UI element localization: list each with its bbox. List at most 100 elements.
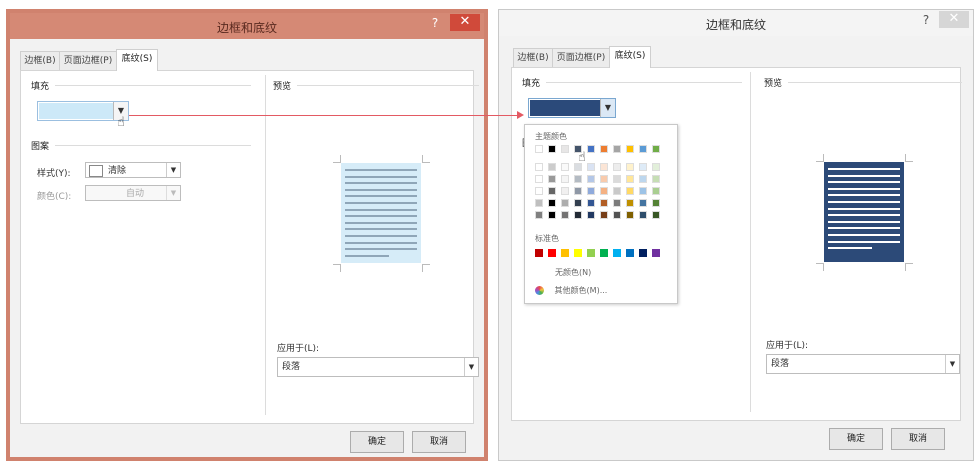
theme-color-swatch[interactable] bbox=[652, 187, 660, 195]
theme-color-swatch[interactable] bbox=[600, 211, 608, 219]
chevron-down-icon[interactable]: ▼ bbox=[464, 358, 478, 376]
divider bbox=[788, 82, 962, 83]
help-icon[interactable]: ? bbox=[426, 15, 444, 31]
theme-color-swatch[interactable] bbox=[626, 199, 634, 207]
pattern-style-select[interactable]: 清除 ▼ bbox=[85, 162, 181, 178]
theme-color-swatch[interactable] bbox=[561, 199, 569, 207]
theme-color-swatch[interactable] bbox=[561, 211, 569, 219]
standard-color-swatch[interactable] bbox=[535, 249, 543, 257]
theme-color-swatch[interactable] bbox=[639, 145, 647, 153]
theme-color-swatch[interactable] bbox=[600, 145, 608, 153]
theme-color-swatch[interactable] bbox=[626, 163, 634, 171]
help-icon[interactable]: ? bbox=[917, 12, 935, 28]
ok-button[interactable]: 确定 bbox=[829, 428, 883, 450]
theme-color-swatch[interactable] bbox=[626, 211, 634, 219]
theme-color-swatch[interactable] bbox=[613, 211, 621, 219]
theme-color-swatch[interactable] bbox=[587, 211, 595, 219]
apply-to-select[interactable]: 段落 ▼ bbox=[277, 357, 479, 377]
standard-color-swatch[interactable] bbox=[548, 249, 556, 257]
theme-color-swatch[interactable] bbox=[561, 145, 569, 153]
standard-color-swatch[interactable] bbox=[600, 249, 608, 257]
pattern-color-select[interactable]: 自动 ▼ bbox=[85, 185, 181, 201]
shading-preview bbox=[341, 163, 421, 263]
close-icon[interactable]: ✕ bbox=[939, 11, 969, 28]
tab-borders[interactable]: 边框(B) bbox=[20, 51, 60, 70]
tab-borders[interactable]: 边框(B) bbox=[513, 48, 553, 67]
theme-color-swatch[interactable] bbox=[587, 175, 595, 183]
pattern-label: 图案 bbox=[31, 142, 50, 152]
theme-color-swatch[interactable] bbox=[639, 199, 647, 207]
theme-color-swatch[interactable] bbox=[574, 199, 582, 207]
apply-to-select[interactable]: 段落 ▼ bbox=[766, 354, 960, 374]
theme-color-swatch[interactable] bbox=[548, 211, 556, 219]
theme-color-swatch[interactable] bbox=[639, 175, 647, 183]
theme-color-swatch[interactable] bbox=[652, 199, 660, 207]
theme-color-swatch[interactable] bbox=[587, 199, 595, 207]
theme-color-swatch[interactable] bbox=[548, 163, 556, 171]
close-icon[interactable]: ✕ bbox=[450, 14, 480, 31]
theme-color-swatch[interactable] bbox=[535, 187, 543, 195]
theme-color-swatch[interactable] bbox=[535, 199, 543, 207]
theme-color-swatch[interactable] bbox=[613, 163, 621, 171]
theme-color-swatch[interactable] bbox=[652, 211, 660, 219]
title-bar[interactable]: 边框和底纹 ? ✕ bbox=[10, 13, 484, 39]
tab-shading[interactable]: 底纹(S) bbox=[609, 46, 651, 68]
theme-color-swatch[interactable] bbox=[574, 211, 582, 219]
theme-color-swatch[interactable] bbox=[600, 199, 608, 207]
standard-color-swatch[interactable] bbox=[587, 249, 595, 257]
theme-color-swatch[interactable] bbox=[535, 163, 543, 171]
tab-page-border[interactable]: 页面边框(P) bbox=[59, 51, 117, 70]
theme-color-swatch[interactable] bbox=[639, 163, 647, 171]
theme-color-swatch[interactable] bbox=[652, 145, 660, 153]
theme-color-swatch[interactable] bbox=[652, 163, 660, 171]
theme-color-swatch[interactable] bbox=[587, 187, 595, 195]
tab-page-border[interactable]: 页面边框(P) bbox=[552, 48, 610, 67]
theme-color-swatch[interactable] bbox=[626, 187, 634, 195]
theme-color-swatch[interactable] bbox=[652, 175, 660, 183]
theme-color-swatch[interactable] bbox=[561, 175, 569, 183]
fill-color-dropdown[interactable]: ▼ bbox=[528, 98, 616, 118]
standard-color-swatch[interactable] bbox=[613, 249, 621, 257]
theme-color-swatch[interactable] bbox=[587, 163, 595, 171]
theme-color-swatch[interactable] bbox=[548, 187, 556, 195]
theme-color-swatch[interactable] bbox=[600, 175, 608, 183]
theme-color-swatch[interactable] bbox=[626, 145, 634, 153]
theme-color-swatch[interactable] bbox=[626, 175, 634, 183]
chevron-down-icon[interactable]: ▼ bbox=[600, 99, 615, 117]
standard-color-swatch[interactable] bbox=[626, 249, 634, 257]
theme-color-swatch[interactable] bbox=[639, 187, 647, 195]
standard-color-swatch[interactable] bbox=[561, 249, 569, 257]
theme-color-swatch[interactable] bbox=[574, 187, 582, 195]
standard-color-swatch[interactable] bbox=[652, 249, 660, 257]
cancel-button[interactable]: 取消 bbox=[412, 431, 466, 453]
fill-color-swatch bbox=[530, 100, 600, 116]
theme-color-swatch[interactable] bbox=[548, 145, 556, 153]
theme-color-swatch[interactable] bbox=[548, 175, 556, 183]
theme-color-swatch[interactable] bbox=[561, 187, 569, 195]
standard-color-swatch[interactable] bbox=[639, 249, 647, 257]
theme-color-swatch[interactable] bbox=[600, 163, 608, 171]
theme-color-swatch[interactable] bbox=[613, 187, 621, 195]
theme-color-swatch[interactable] bbox=[535, 145, 543, 153]
cancel-button[interactable]: 取消 bbox=[891, 428, 945, 450]
theme-color-swatch[interactable] bbox=[535, 211, 543, 219]
theme-color-swatch[interactable] bbox=[535, 175, 543, 183]
theme-color-swatch[interactable] bbox=[561, 163, 569, 171]
theme-color-swatch[interactable] bbox=[600, 187, 608, 195]
theme-color-swatch[interactable] bbox=[613, 175, 621, 183]
theme-color-swatch[interactable] bbox=[613, 199, 621, 207]
theme-color-swatch[interactable] bbox=[613, 145, 621, 153]
more-colors-option[interactable]: 其他颜色(M)... bbox=[535, 285, 665, 296]
ok-button[interactable]: 确定 bbox=[350, 431, 404, 453]
theme-color-swatch[interactable] bbox=[587, 145, 595, 153]
fill-color-dropdown[interactable]: ▼ bbox=[37, 101, 129, 121]
title-bar[interactable]: 边框和底纹 ? ✕ bbox=[499, 10, 973, 36]
no-color-option[interactable]: 无颜色(N) bbox=[555, 267, 591, 278]
theme-color-swatch[interactable] bbox=[548, 199, 556, 207]
standard-color-swatch[interactable] bbox=[574, 249, 582, 257]
theme-color-swatch[interactable] bbox=[639, 211, 647, 219]
tab-shading[interactable]: 底纹(S) bbox=[116, 49, 158, 71]
chevron-down-icon[interactable]: ▼ bbox=[945, 355, 959, 373]
chevron-down-icon[interactable]: ▼ bbox=[166, 163, 180, 177]
theme-color-swatch[interactable] bbox=[574, 175, 582, 183]
